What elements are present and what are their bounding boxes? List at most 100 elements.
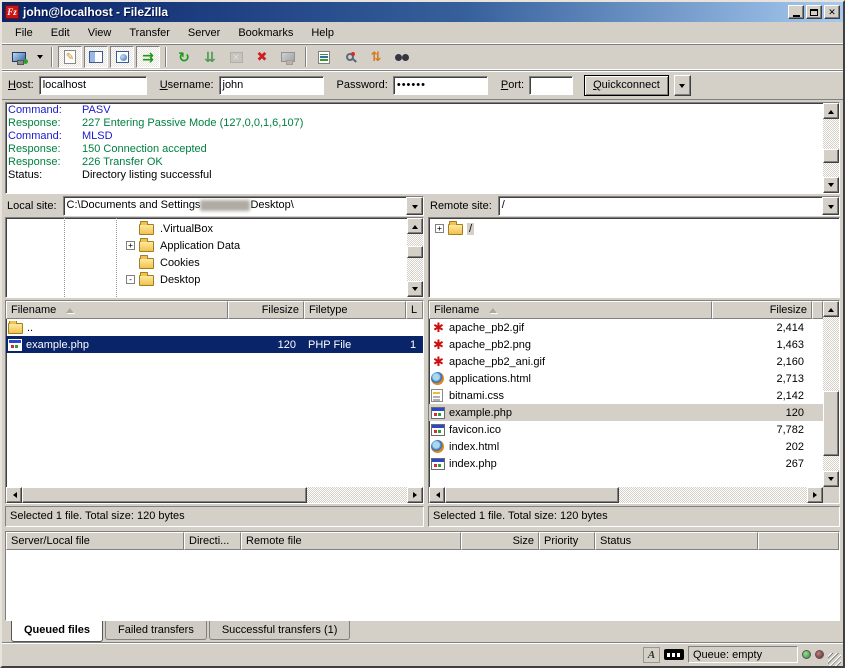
remote-horizontal-scrollbar[interactable] xyxy=(429,487,823,503)
column-header-last-modified[interactable]: L xyxy=(406,301,423,319)
expand-icon[interactable]: + xyxy=(126,241,135,250)
directory-listing-filters-button[interactable] xyxy=(312,46,336,68)
file-row[interactable]: index.html 202 xyxy=(429,438,823,455)
disconnect-button[interactable]: ✖ xyxy=(250,46,274,68)
process-queue-button[interactable]: ⇊ xyxy=(198,46,222,68)
collapse-icon[interactable]: - xyxy=(126,275,135,284)
column-header-remote-file[interactable]: Remote file xyxy=(241,532,461,550)
maximize-button[interactable] xyxy=(806,5,822,19)
tree-item-root[interactable]: +/ xyxy=(429,220,839,237)
column-header-filetype[interactable]: Filetype xyxy=(304,301,406,319)
host-input[interactable]: localhost xyxy=(39,76,147,95)
log-scrollbar[interactable] xyxy=(823,103,839,193)
scrollbar-thumb[interactable] xyxy=(823,391,839,456)
column-header-filename[interactable]: Filename xyxy=(6,301,228,319)
menu-edit[interactable]: Edit xyxy=(42,24,79,42)
username-input[interactable]: john xyxy=(219,76,324,95)
site-manager-button[interactable] xyxy=(7,46,31,68)
file-row[interactable]: apache_pb2.png 1,463 xyxy=(429,336,823,353)
directory-comparison-button[interactable] xyxy=(338,46,362,68)
menu-view[interactable]: View xyxy=(79,24,121,42)
remote-site-dropdown-button[interactable] xyxy=(822,197,839,215)
transfer-queue: Server/Local file Directi... Remote file… xyxy=(2,531,843,642)
scroll-down-button[interactable] xyxy=(823,471,839,487)
expand-icon[interactable]: + xyxy=(435,224,444,233)
column-header-direction[interactable]: Directi... xyxy=(184,532,241,550)
local-tree-scrollbar[interactable] xyxy=(407,218,423,297)
tree-item-cookies[interactable]: Cookies xyxy=(6,254,407,271)
quickconnect-dropdown-button[interactable] xyxy=(674,75,691,96)
toggle-message-log-button[interactable]: ✎ xyxy=(58,46,82,68)
remote-tree-icon xyxy=(116,51,129,63)
scrollbar-thumb[interactable] xyxy=(407,246,423,258)
column-header-status[interactable]: Status xyxy=(595,532,758,550)
queue-list: Server/Local file Directi... Remote file… xyxy=(5,531,840,621)
file-row-parent-dir[interactable]: .. xyxy=(6,319,423,336)
file-row[interactable]: bitnami.css 2,142 xyxy=(429,387,823,404)
activity-led-green xyxy=(802,650,811,659)
tree-item-application-data[interactable]: +Application Data xyxy=(6,237,407,254)
file-row[interactable]: index.php 267 xyxy=(429,455,823,472)
cancel-icon: ✕ xyxy=(230,52,243,63)
scroll-left-button[interactable] xyxy=(6,487,22,503)
file-row-example-php[interactable]: example.php 120 PHP File 1 xyxy=(6,336,423,353)
find-files-button[interactable] xyxy=(390,46,414,68)
file-row[interactable]: favicon.ico 7,782 xyxy=(429,421,823,438)
scroll-left-button[interactable] xyxy=(429,487,445,503)
minimize-button[interactable] xyxy=(788,5,804,19)
column-header-filesize[interactable]: Filesize xyxy=(228,301,304,319)
scroll-right-button[interactable] xyxy=(807,487,823,503)
local-site-dropdown-button[interactable] xyxy=(406,197,423,215)
scroll-right-button[interactable] xyxy=(407,487,423,503)
toggle-transfer-queue-button[interactable]: ⇉ xyxy=(136,46,160,68)
port-input[interactable] xyxy=(529,76,573,95)
scroll-up-button[interactable] xyxy=(823,301,839,317)
quickconnect-button[interactable]: Quickconnect xyxy=(584,75,669,96)
file-row[interactable]: apache_pb2.gif 2,414 xyxy=(429,319,823,336)
scroll-down-button[interactable] xyxy=(407,281,423,297)
password-input[interactable]: •••••• xyxy=(393,76,488,95)
scroll-up-button[interactable] xyxy=(407,218,423,234)
column-header-priority[interactable]: Priority xyxy=(539,532,595,550)
indicator-badge-icon[interactable] xyxy=(664,649,684,660)
refresh-icon: ↻ xyxy=(178,49,190,66)
column-header-server-local-file[interactable]: Server/Local file xyxy=(6,532,184,550)
refresh-button[interactable]: ↻ xyxy=(172,46,196,68)
column-header-filename[interactable]: Filename xyxy=(429,301,712,319)
ascii-data-type-icon[interactable]: A xyxy=(643,647,660,663)
resize-grip[interactable] xyxy=(828,653,841,666)
tree-item-desktop[interactable]: -Desktop xyxy=(6,271,407,288)
toggle-local-tree-button[interactable] xyxy=(84,46,108,68)
remote-vertical-scrollbar[interactable] xyxy=(823,301,839,487)
tab-successful-transfers[interactable]: Successful transfers (1) xyxy=(209,621,351,640)
site-manager-dropdown-button[interactable] xyxy=(33,46,46,68)
scrollbar-thumb[interactable] xyxy=(22,487,307,503)
file-row[interactable]: apache_pb2_ani.gif 2,160 xyxy=(429,353,823,370)
scrollbar-thumb[interactable] xyxy=(823,149,839,163)
file-row-example-php[interactable]: example.php 120 xyxy=(429,404,823,421)
remote-status-text: Selected 1 file. Total size: 120 bytes xyxy=(428,506,840,527)
menu-file[interactable]: File xyxy=(6,24,42,42)
local-site-combo[interactable]: C:\Documents and SettingsDesktop\ xyxy=(63,196,424,216)
remote-site-combo[interactable]: / xyxy=(498,196,840,216)
tab-queued-files[interactable]: Queued files xyxy=(11,621,103,642)
menu-help[interactable]: Help xyxy=(302,24,343,42)
scroll-up-button[interactable] xyxy=(823,103,839,119)
menu-server[interactable]: Server xyxy=(179,24,229,42)
filezilla-window: Fz john@localhost - FileZilla ✕ File Edi… xyxy=(0,0,845,668)
toggle-remote-tree-button[interactable] xyxy=(110,46,134,68)
close-button[interactable]: ✕ xyxy=(824,5,840,19)
tab-failed-transfers[interactable]: Failed transfers xyxy=(105,621,207,640)
synchronized-browsing-button[interactable]: ⇅ xyxy=(364,46,388,68)
ico-file-icon xyxy=(431,424,445,436)
synchronized-browsing-icon: ⇅ xyxy=(371,49,382,65)
menu-transfer[interactable]: Transfer xyxy=(120,24,179,42)
local-horizontal-scrollbar[interactable] xyxy=(6,487,423,503)
scrollbar-thumb[interactable] xyxy=(445,487,619,503)
file-row[interactable]: applications.html 2,713 xyxy=(429,370,823,387)
scroll-down-button[interactable] xyxy=(823,177,839,193)
menu-bookmarks[interactable]: Bookmarks xyxy=(229,24,302,42)
column-header-size[interactable]: Size xyxy=(461,532,539,550)
tree-item-virtualbox[interactable]: .VirtualBox xyxy=(6,220,407,237)
column-header-filesize[interactable]: Filesize xyxy=(712,301,812,319)
